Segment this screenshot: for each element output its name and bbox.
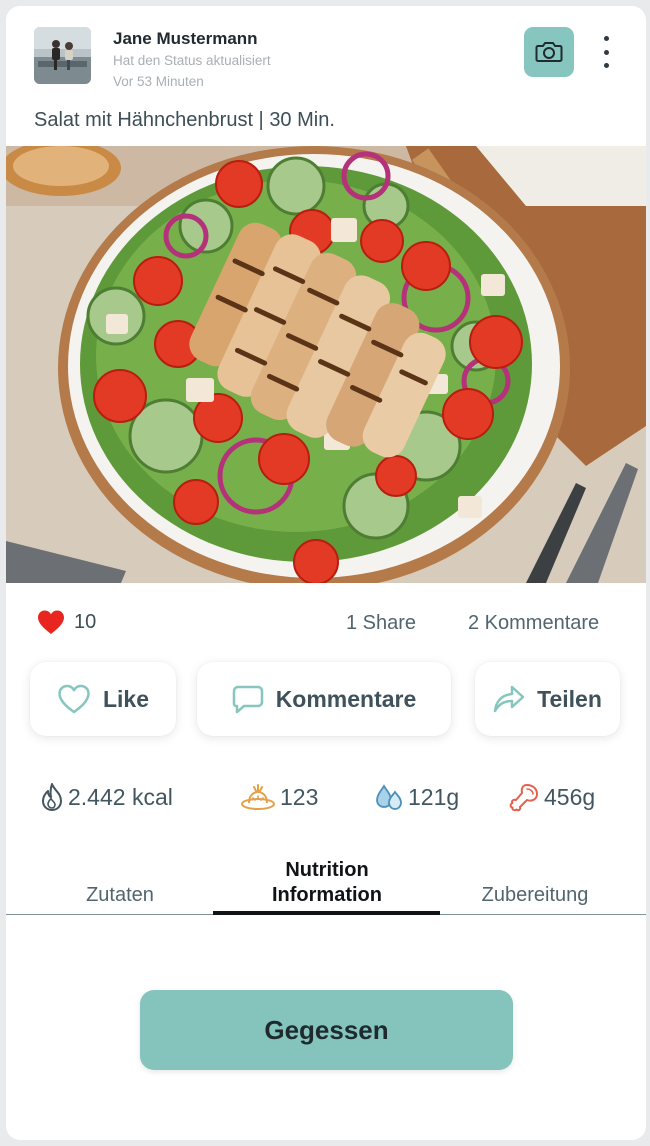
tab-nutrition-information[interactable]: Nutrition Information xyxy=(214,858,440,908)
camera-button[interactable] xyxy=(524,27,574,77)
comment-label: Kommentare xyxy=(275,685,417,712)
protein-value: 456g xyxy=(544,783,596,810)
heart-icon xyxy=(38,610,64,634)
fat-stat: 121g xyxy=(374,782,459,812)
recipe-photo[interactable] xyxy=(6,146,646,583)
calories-stat: 2.442 kcal xyxy=(40,782,173,812)
tab-nutrition-line1: Nutrition xyxy=(285,859,369,881)
bread-icon xyxy=(241,784,275,810)
droplets-icon xyxy=(376,784,402,810)
post-title: Salat mit Hähnchenbrust | 30 Min. xyxy=(34,109,335,131)
status-text: Hat den Status aktualisiert xyxy=(113,53,271,68)
heart-outline-icon xyxy=(58,684,90,714)
comments-count[interactable]: 2 Kommentare xyxy=(468,612,599,635)
likes-count[interactable]: 10 xyxy=(36,609,96,635)
post-stats: 10 1 Share 2 Kommentare xyxy=(6,606,646,640)
protein-stat: 456g xyxy=(508,782,595,812)
carbs-stat: 123 xyxy=(240,782,318,812)
timestamp: Vor 53 Minuten xyxy=(113,74,204,89)
detail-tabs: Zutaten Nutrition Information Zubereitun… xyxy=(6,852,646,918)
flame-icon xyxy=(42,783,62,811)
comment-button[interactable]: Kommentare xyxy=(197,662,451,736)
share-label: Teilen xyxy=(537,685,602,712)
author-name[interactable]: Jane Mustermann xyxy=(113,29,258,49)
calories-value: 2.442 kcal xyxy=(68,783,173,810)
fat-value: 121g xyxy=(408,783,460,810)
tab-zubereitung[interactable]: Zubereitung xyxy=(460,884,610,907)
eaten-button[interactable]: Gegessen xyxy=(140,990,513,1070)
speech-bubble-icon xyxy=(232,685,263,714)
tab-nutrition-line2: Information xyxy=(272,884,382,906)
shares-count[interactable]: 1 Share xyxy=(346,612,416,635)
active-tab-indicator xyxy=(213,911,440,915)
more-options-button[interactable] xyxy=(594,32,618,72)
post-card: Jane Mustermann Hat den Status aktualisi… xyxy=(6,6,646,1140)
avatar[interactable] xyxy=(34,27,91,84)
tab-zutaten[interactable]: Zutaten xyxy=(50,884,190,907)
drumstick-icon xyxy=(509,784,538,812)
like-button[interactable]: Like xyxy=(30,662,176,736)
action-bar: Like Kommentare Teilen xyxy=(6,662,646,736)
post-header: Jane Mustermann Hat den Status aktualisi… xyxy=(6,6,646,106)
carbs-value: 123 xyxy=(280,783,319,810)
nutrition-summary: 2.442 kcal 123 121g 456g xyxy=(6,782,646,822)
likes-number: 10 xyxy=(74,610,97,633)
like-label: Like xyxy=(102,685,150,712)
camera-icon xyxy=(535,42,563,62)
share-arrow-icon xyxy=(493,685,525,713)
share-button[interactable]: Teilen xyxy=(475,662,620,736)
more-vertical-icon xyxy=(603,36,609,41)
